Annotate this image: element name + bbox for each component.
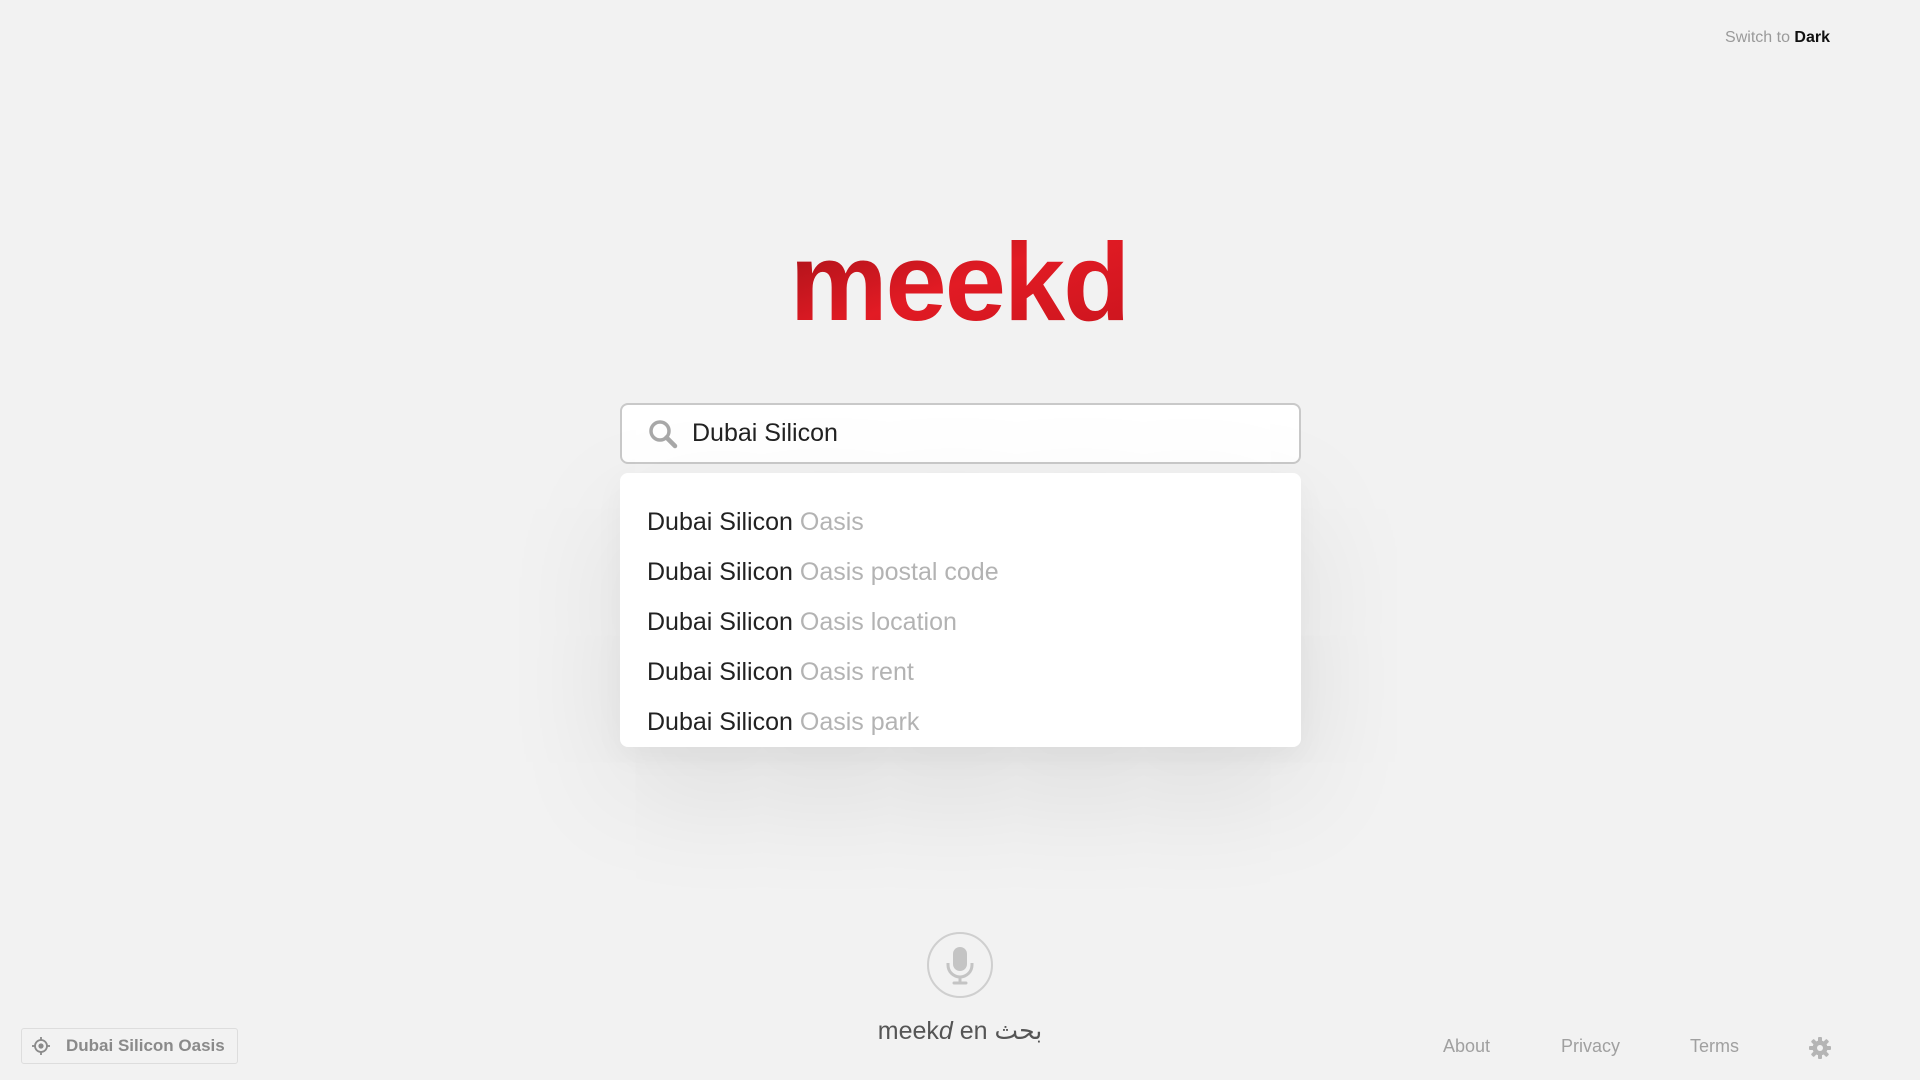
microphone-icon: [946, 947, 974, 985]
terms-link[interactable]: Terms: [1690, 1036, 1739, 1057]
suggestion-item[interactable]: Dubai Silicon Oasis park: [620, 697, 1301, 747]
suggestion-item[interactable]: Dubai Silicon Oasis postal code: [620, 547, 1301, 597]
tagline-middle: en: [959, 1017, 988, 1045]
gear-icon[interactable]: [1809, 1037, 1831, 1059]
suggestion-item[interactable]: Dubai Silicon Oasis location: [620, 597, 1301, 647]
suggestion-list: Dubai Silicon Oasis Dubai Silicon Oasis …: [620, 473, 1301, 747]
logo-text: meekd: [790, 232, 1129, 332]
tagline-brand: meekd: [877, 1017, 953, 1045]
search-input[interactable]: [692, 419, 1252, 448]
theme-switch-target[interactable]: Dark: [1794, 29, 1830, 46]
theme-switch[interactable]: Switch to Dark: [1725, 29, 1830, 47]
suggestion-item[interactable]: Dubai Silicon Oasis: [620, 497, 1301, 547]
location-indicator[interactable]: Dubai Silicon Oasis: [21, 1028, 238, 1064]
privacy-link[interactable]: Privacy: [1561, 1036, 1620, 1057]
tagline-arabic: بحث: [994, 1017, 1043, 1045]
logo: meekd: [790, 232, 1131, 332]
suggestion-item[interactable]: Dubai Silicon Oasis rent: [620, 647, 1301, 697]
tagline: meekd en بحث: [0, 1016, 1920, 1046]
about-link[interactable]: About: [1443, 1036, 1490, 1057]
search-icon: [649, 419, 678, 448]
location-label: Dubai Silicon Oasis: [66, 1036, 225, 1055]
theme-switch-prefix: Switch to: [1725, 29, 1790, 46]
voice-search-button[interactable]: [927, 932, 993, 998]
location-target-icon: [32, 1037, 50, 1055]
search-box[interactable]: [620, 403, 1301, 464]
